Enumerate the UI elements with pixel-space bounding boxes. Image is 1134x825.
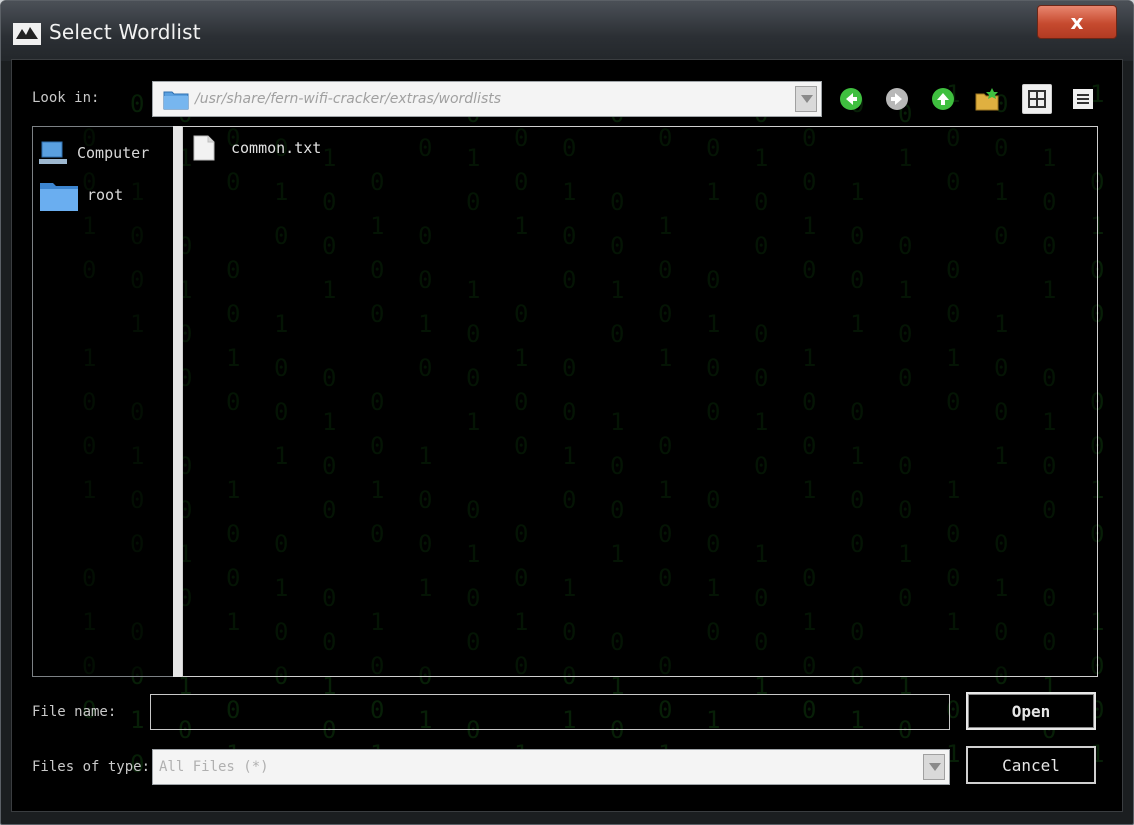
cancel-button[interactable]: Cancel: [966, 746, 1096, 784]
file-name-label: File name:: [32, 704, 117, 720]
sidebar-splitter[interactable]: [173, 126, 182, 677]
close-button[interactable]: x: [1037, 5, 1117, 39]
places-sidebar: Computer root: [32, 126, 174, 677]
chevron-down-icon: [801, 95, 813, 103]
sidebar-item-computer[interactable]: Computer: [39, 135, 149, 171]
folder-icon: [40, 183, 78, 211]
computer-icon: [39, 141, 67, 164]
files-of-type-value: All Files (*): [159, 759, 269, 775]
files-of-type-combo[interactable]: All Files (*): [152, 749, 950, 785]
dialog-window: Select Wordlist x 0010100101000100101000…: [0, 0, 1134, 825]
cancel-button-label: Cancel: [1002, 755, 1060, 775]
file-icon: [193, 135, 215, 161]
detail-view-icon: [1073, 89, 1093, 109]
window-title: Select Wordlist: [49, 20, 201, 44]
file-list: common.txt: [182, 126, 1098, 677]
sidebar-item-label: Computer: [77, 144, 150, 162]
detail-view-button[interactable]: [1070, 86, 1096, 112]
file-name-input[interactable]: [150, 694, 950, 730]
files-of-type-dropdown-button[interactable]: [923, 754, 945, 780]
files-of-type-label: Files of type:: [32, 759, 151, 775]
forward-icon: [886, 88, 908, 110]
icon-view-icon: [1028, 90, 1046, 108]
open-button[interactable]: Open: [966, 692, 1096, 730]
file-name: common.txt: [231, 139, 322, 157]
dialog-body: 0010100101000100101000010010100001010010…: [11, 59, 1123, 812]
matrix-digit: 0: [130, 90, 145, 118]
list-item[interactable]: common.txt: [193, 135, 321, 161]
matrix-digit: 1: [130, 706, 145, 734]
up-icon: [932, 88, 954, 110]
back-button[interactable]: [838, 86, 864, 112]
look-in-dropdown-button[interactable]: [795, 86, 817, 112]
sidebar-item-label: root: [87, 186, 124, 204]
look-in-path: /usr/share/fern-wifi-cracker/extras/word…: [195, 91, 502, 107]
folder-icon: [163, 88, 189, 114]
chevron-down-icon: [929, 763, 941, 771]
close-icon: x: [1070, 10, 1084, 34]
title-bar[interactable]: Select Wordlist x: [1, 1, 1133, 61]
sidebar-item-root[interactable]: root: [39, 177, 123, 213]
look-in-combo[interactable]: /usr/share/fern-wifi-cracker/extras/word…: [152, 81, 822, 117]
up-button[interactable]: [930, 86, 956, 112]
icon-view-button[interactable]: [1022, 84, 1052, 114]
look-in-label: Look in:: [32, 90, 100, 106]
new-folder-button[interactable]: [974, 86, 1000, 112]
forward-button[interactable]: [884, 86, 910, 112]
app-icon: [13, 23, 41, 45]
open-button-label: Open: [1011, 701, 1051, 721]
new-folder-icon: [975, 88, 999, 111]
back-icon: [840, 88, 862, 110]
